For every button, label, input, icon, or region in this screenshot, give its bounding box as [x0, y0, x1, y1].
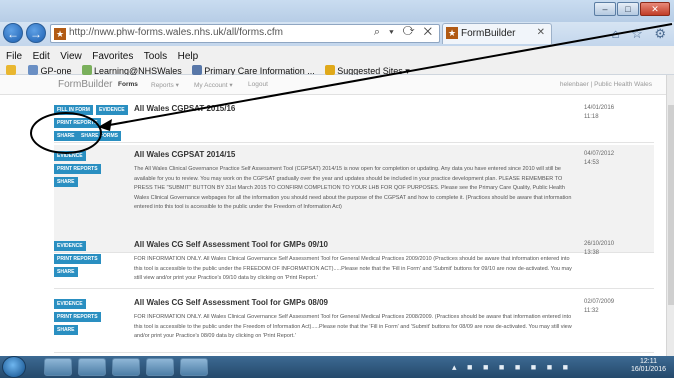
evidence-button[interactable]: EVIDENCE: [54, 241, 86, 251]
start-button[interactable]: [2, 356, 26, 378]
share-button[interactable]: SHARE: [54, 177, 78, 187]
maximize-button[interactable]: □: [617, 2, 639, 16]
form-time: 13:38: [584, 250, 600, 256]
clock-date: 16/01/2016: [630, 366, 666, 373]
share-button[interactable]: SHARE: [54, 325, 78, 335]
evidence-button[interactable]: EVIDENCE: [54, 299, 86, 309]
page-scrollbar[interactable]: [666, 75, 674, 356]
word-taskbar-icon[interactable]: [180, 358, 208, 376]
browser-tab[interactable]: ★ FormBuilder ✕: [442, 23, 552, 44]
clock-time: 12:11: [639, 358, 657, 365]
nav-logout[interactable]: Logout: [248, 81, 268, 88]
system-tray-icons[interactable]: ▴ ■ ■ ■ ■ ■ ■ ■: [452, 362, 572, 373]
print-reports-button[interactable]: PRINT REPORTS: [54, 312, 101, 322]
gp-one-icon: [28, 65, 39, 75]
form-date: 04/07/2012: [584, 151, 615, 157]
outlook-taskbar-icon[interactable]: [112, 358, 140, 376]
address-bar[interactable]: ★ http://nww.phw-forms.wales.nhs.uk/all/…: [50, 24, 440, 43]
menu-bar: File Edit View Favorites Tools Help: [0, 46, 674, 62]
forward-button[interactable]: →: [26, 23, 46, 43]
form-entry: EVIDENCE PRINT REPORTS SHARE All Wales C…: [54, 235, 654, 289]
form-description: FOR INFORMATION ONLY. All Wales Clinical…: [134, 314, 572, 339]
form-description: FOR INFORMATION ONLY. All Wales Clinical…: [134, 256, 572, 281]
close-window-button[interactable]: ✕: [640, 2, 670, 16]
print-reports-button[interactable]: PRINT REPORTS: [54, 254, 101, 264]
app-navbar: FormBuilder Forms Reports ▾ My Account ▾…: [0, 75, 666, 95]
app-brand[interactable]: FormBuilder: [58, 79, 112, 90]
form-title[interactable]: All Wales CG Self Assessment Tool for GM…: [134, 298, 328, 307]
primary-care-icon: [192, 65, 203, 75]
learning-icon: [81, 65, 92, 75]
taskbar-clock[interactable]: 12:11 16/01/2016: [631, 358, 666, 374]
ie-taskbar-icon[interactable]: [44, 358, 72, 376]
favorites-bar: GP-one Learning@NHSWales Primary Care In…: [0, 61, 674, 76]
share-button[interactable]: SHARE: [54, 267, 78, 277]
taskbar: ▴ ■ ■ ■ ■ ■ ■ ■ 12:11 16/01/2016: [0, 356, 674, 378]
browser-navbar: ← → ★ http://nww.phw-forms.wales.nhs.uk/…: [0, 22, 674, 46]
page-content: FormBuilder Forms Reports ▾ My Account ▾…: [0, 75, 666, 356]
nav-my-account[interactable]: My Account ▾: [194, 81, 233, 89]
window-titlebar: – □ ✕: [0, 0, 674, 22]
form-title[interactable]: All Wales CGPSAT 2015/16: [134, 104, 235, 113]
tab-favicon-icon: ★: [446, 27, 458, 39]
user-info: helenbaer | Public Health Wales: [559, 81, 652, 88]
form-date: 02/07/2009: [584, 299, 615, 305]
nav-reports[interactable]: Reports ▾: [151, 81, 179, 89]
form-time: 11:18: [584, 114, 599, 120]
nav-forms[interactable]: Forms: [118, 81, 138, 88]
window-controls: – □ ✕: [594, 2, 670, 16]
tab-title: FormBuilder: [461, 28, 516, 39]
suggested-sites-icon: [325, 65, 336, 75]
tab-close-icon[interactable]: ✕: [537, 27, 545, 38]
evidence-button[interactable]: EVIDENCE: [96, 105, 128, 115]
form-title[interactable]: All Wales CGPSAT 2014/15: [134, 150, 235, 159]
print-reports-button[interactable]: PRINT REPORTS: [54, 164, 101, 174]
address-tools[interactable]: ⌕ ▾ ⟳ ✕: [374, 26, 435, 39]
explorer-taskbar-icon[interactable]: [146, 358, 174, 376]
site-favicon-icon: ★: [54, 28, 66, 40]
address-url[interactable]: http://nww.phw-forms.wales.nhs.uk/all/fo…: [69, 27, 283, 38]
form-date: 26/10/2010: [584, 241, 615, 247]
scrollbar-thumb[interactable]: [668, 105, 674, 305]
form-entry: FILL IN FORM EVIDENCE PRINT REPORTS SHAR…: [54, 99, 654, 143]
minimize-button[interactable]: –: [594, 2, 616, 16]
form-time: 11:32: [584, 308, 599, 314]
annotation-ellipse: [30, 112, 102, 154]
excel-taskbar-icon[interactable]: [78, 358, 106, 376]
form-title[interactable]: All Wales CG Self Assessment Tool for GM…: [134, 240, 328, 249]
back-button[interactable]: ←: [3, 23, 23, 43]
form-date: 14/01/2016: [584, 105, 615, 111]
home-favorites-settings-icons[interactable]: ⌂ ☆ ⚙: [612, 26, 670, 42]
form-entry: EVIDENCE PRINT REPORTS SHARE All Wales C…: [54, 293, 654, 353]
form-time: 14:53: [584, 160, 600, 166]
form-description: The All Wales Clinical Governance Practi…: [134, 166, 572, 210]
